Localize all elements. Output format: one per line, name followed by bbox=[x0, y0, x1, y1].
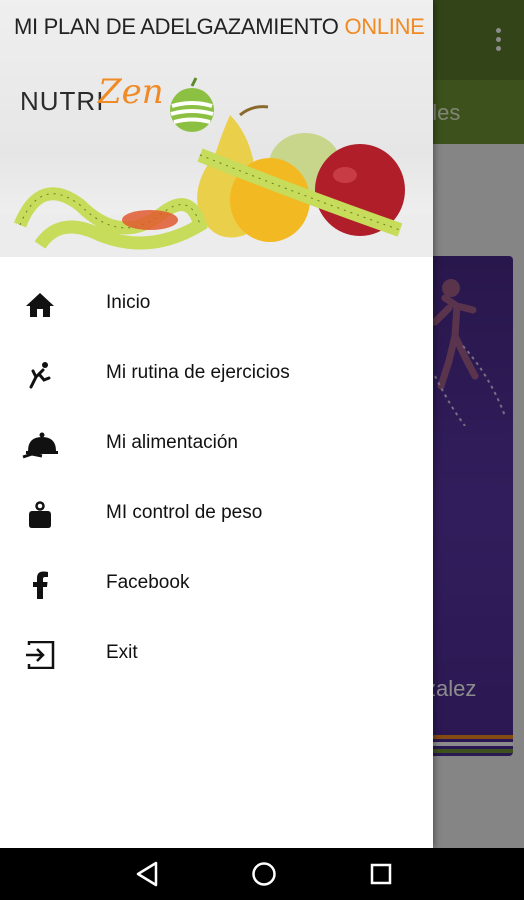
weight-icon bbox=[22, 500, 58, 530]
menu-item-facebook[interactable]: Facebook bbox=[0, 550, 433, 620]
exit-icon bbox=[22, 640, 58, 670]
menu-label: Mi alimentación bbox=[106, 432, 238, 453]
header-title-accent: ONLINE bbox=[344, 14, 425, 39]
home-circle-icon[interactable] bbox=[249, 860, 279, 888]
menu-item-control-peso[interactable]: MI control de peso bbox=[0, 480, 433, 550]
header-title-main: MI PLAN DE ADELGAZAMIENTO bbox=[14, 14, 345, 39]
system-navigation-bar bbox=[0, 848, 524, 900]
facebook-icon bbox=[22, 570, 58, 600]
back-icon[interactable] bbox=[132, 860, 162, 888]
menu-item-rutina[interactable]: Mi rutina de ejercicios bbox=[0, 340, 433, 410]
menu-label: Inicio bbox=[106, 292, 151, 313]
menu-label: Facebook bbox=[106, 572, 190, 593]
food-cloche-icon bbox=[22, 430, 58, 460]
menu-item-inicio[interactable]: Inicio bbox=[0, 270, 433, 340]
exercise-icon bbox=[22, 360, 58, 390]
navigation-drawer: MI PLAN DE ADELGAZAMIENTO ONLINE NUTRI Z… bbox=[0, 0, 433, 848]
recents-icon[interactable] bbox=[366, 860, 396, 888]
menu-item-alimentacion[interactable]: Mi alimentación bbox=[0, 410, 433, 480]
menu-label: MI control de peso bbox=[106, 502, 263, 523]
header-title: MI PLAN DE ADELGAZAMIENTO ONLINE bbox=[14, 14, 425, 40]
menu-item-exit[interactable]: Exit bbox=[0, 620, 433, 690]
drawer-menu: Inicio Mi rutina de ejercicios Mi alimen… bbox=[0, 270, 433, 690]
drawer-header: MI PLAN DE ADELGAZAMIENTO ONLINE NUTRI Z… bbox=[0, 0, 433, 257]
home-icon bbox=[22, 290, 58, 320]
menu-label: Exit bbox=[106, 642, 138, 663]
fruits-tape-measure-image bbox=[0, 105, 433, 257]
menu-label: Mi rutina de ejercicios bbox=[106, 362, 290, 383]
